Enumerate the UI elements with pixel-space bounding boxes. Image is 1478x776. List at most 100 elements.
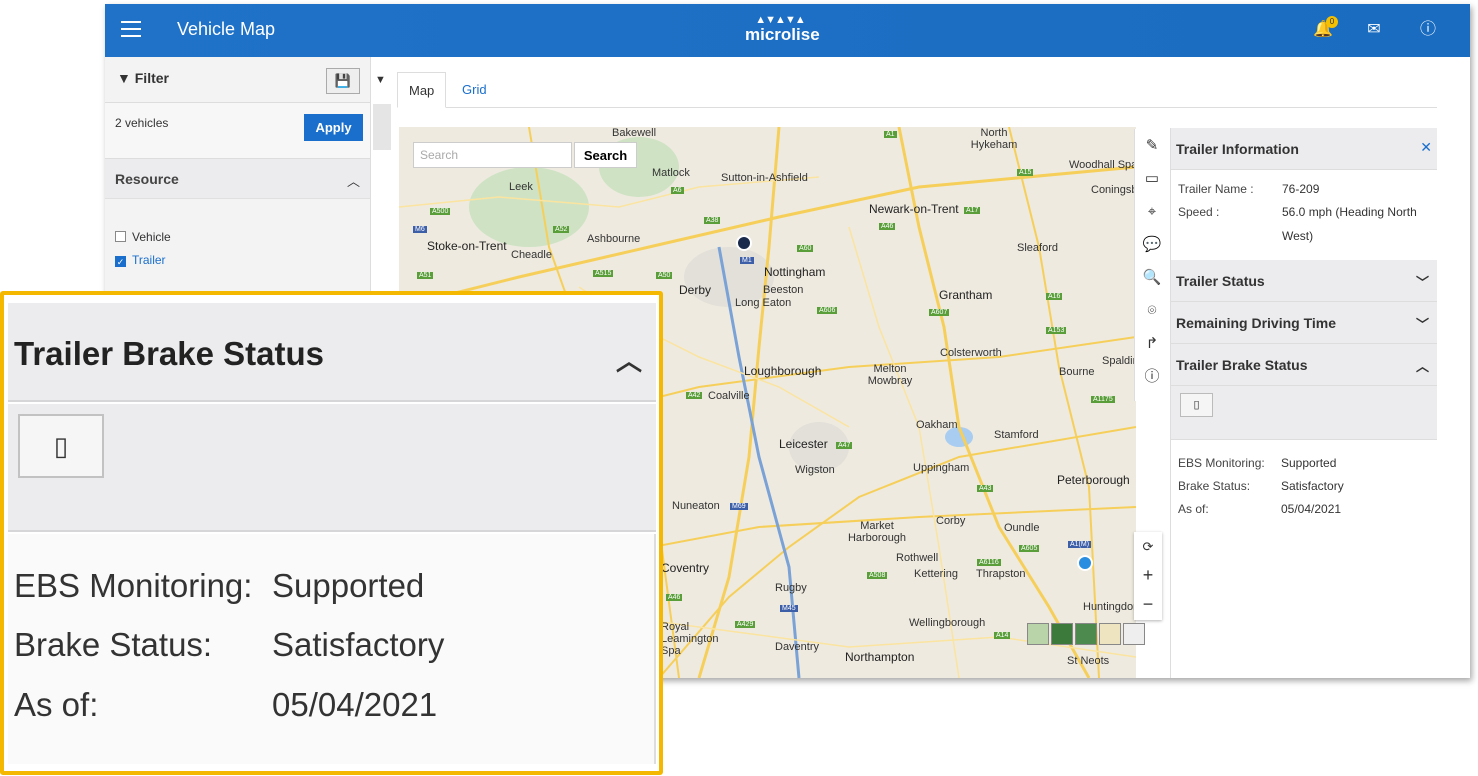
map-label: Wigston	[795, 464, 835, 476]
speed-label: Speed :	[1178, 205, 1220, 219]
map-label: Rugby	[775, 582, 807, 594]
trailer-brake-icon[interactable]: ▯	[1180, 393, 1213, 417]
brake-status-label: Brake Status:	[1178, 479, 1251, 493]
trailer-information-header: Trailer Information ✕	[1171, 128, 1437, 170]
layer-thumbnail[interactable]	[1027, 623, 1049, 645]
road-label: A6116	[977, 559, 1001, 566]
route-arrow-icon[interactable]: ↱	[1135, 327, 1169, 360]
crosshair-icon[interactable]: ⌖	[1135, 195, 1169, 228]
trailer-brake-status-header[interactable]: Trailer Brake Status ︿	[1171, 344, 1437, 386]
resource-section-header[interactable]: Resource ︿	[105, 159, 370, 199]
tab-map[interactable]: Map	[397, 72, 447, 108]
chevron-down-icon[interactable]: ﹀	[1416, 314, 1429, 333]
vehicle-marker[interactable]	[736, 235, 752, 251]
road-label: A605	[1019, 545, 1040, 552]
location-pin-icon[interactable]: ⌾	[1135, 294, 1169, 327]
layer-thumbnail[interactable]	[1123, 623, 1145, 645]
search-doc-icon[interactable]: 🔍	[1135, 261, 1169, 294]
save-filter-button[interactable]: 💾	[326, 68, 360, 94]
apply-button[interactable]: Apply	[304, 114, 363, 141]
help-icon[interactable]: ⓘ	[1417, 19, 1439, 41]
layer-thumbnail[interactable]	[1051, 623, 1073, 645]
ebs-value: Supported	[1281, 456, 1337, 470]
road-label: A51	[417, 272, 434, 279]
zoom-out-button[interactable]: −	[1134, 590, 1162, 619]
map-label: Grantham	[939, 288, 993, 302]
trailer-name-value: 76-209	[1282, 182, 1320, 196]
map-search-button[interactable]: Search	[574, 142, 637, 168]
map-label: Sleaford	[1017, 242, 1058, 254]
map-label: Leicester	[779, 437, 828, 451]
road-label: A429	[735, 621, 756, 628]
view-tabs: Map Grid	[397, 72, 1437, 108]
map-label: Newark-on-Trent	[869, 202, 959, 216]
as-of-label: As of:	[1178, 502, 1209, 516]
road-label: A46	[666, 594, 683, 601]
chevron-up-icon[interactable]: ︿	[1416, 356, 1429, 375]
chevron-up-icon[interactable]: ︿	[616, 341, 642, 378]
road-label: A14	[994, 632, 1011, 639]
filter-label: ▼ Filter	[117, 70, 169, 86]
zoom-control: ⟳ + −	[1134, 532, 1162, 620]
zoom-in-button[interactable]: +	[1134, 561, 1162, 590]
checkbox-checked[interactable]: ✓	[115, 256, 126, 267]
road-label: A515	[593, 270, 614, 277]
refresh-icon[interactable]: ⟳	[1134, 532, 1162, 561]
trailer-status-header[interactable]: Trailer Status ﹀	[1171, 260, 1437, 302]
road-label: A16	[1046, 293, 1063, 300]
map-label: Coventry	[661, 561, 710, 575]
checkbox[interactable]	[115, 231, 126, 242]
mail-icon[interactable]: ✉	[1363, 19, 1385, 41]
ebs-label: EBS Monitoring:	[1178, 456, 1265, 470]
sidebar-scrollbar[interactable]	[373, 104, 391, 150]
callout-title: Trailer Brake Status	[14, 335, 324, 372]
road-label: A1175	[1091, 396, 1115, 403]
layer-thumbnail[interactable]	[1099, 623, 1121, 645]
trailer-brake-icon[interactable]: ▯	[18, 414, 104, 478]
map-label: Market Harborough	[847, 520, 907, 544]
as-of-value: 05/04/2021	[1281, 502, 1342, 516]
tab-grid[interactable]: Grid	[451, 72, 498, 108]
map-label: Bourne	[1059, 366, 1095, 378]
map-label: St Neots	[1067, 655, 1110, 667]
map-layer-switcher	[1027, 623, 1147, 650]
road-label: A508	[867, 572, 888, 579]
map-label: Colsterworth	[940, 347, 1002, 359]
chevron-up-icon[interactable]: ︿	[347, 171, 360, 190]
map-label: Ashbourne	[587, 233, 641, 245]
trailer-marker[interactable]	[1077, 555, 1093, 571]
comment-icon[interactable]: 💬	[1135, 228, 1169, 261]
map-label: Woodhall Spa	[1069, 159, 1136, 171]
map-label: Royal Leamington Spa	[661, 621, 719, 657]
bell-icon[interactable]: 🔔 0	[1312, 16, 1338, 41]
pencil-icon[interactable]: ✎	[1135, 129, 1169, 162]
brake-status-body: EBS Monitoring: Supported Brake Status: Sa…	[1171, 440, 1437, 521]
hamburger-icon[interactable]	[121, 21, 141, 39]
info-icon[interactable]: ⓘ	[1135, 360, 1169, 393]
filter-icon[interactable]: ▼	[375, 74, 386, 86]
map-label: Bakewell	[612, 127, 657, 139]
vehicle-checkbox[interactable]: Vehicle	[115, 230, 171, 244]
road-label: A38	[704, 217, 721, 224]
map-label: North Hykeham	[970, 127, 1018, 151]
map-label: Stoke-on-Trent	[427, 239, 507, 253]
map-search-input[interactable]: Search	[413, 142, 572, 168]
close-icon[interactable]: ✕	[1420, 139, 1432, 156]
road-label: A1(M)	[1068, 541, 1092, 548]
road-label: A15	[1017, 169, 1034, 176]
road-label: A6	[671, 187, 684, 194]
rectangle-icon[interactable]: ▭	[1135, 162, 1169, 195]
chevron-down-icon[interactable]: ﹀	[1416, 272, 1429, 291]
map-label: Leek	[509, 181, 533, 193]
map-label: Long Eaton	[735, 297, 792, 309]
road-label: A153	[1046, 327, 1067, 334]
trailer-checkbox[interactable]: ✓ Trailer	[115, 253, 166, 267]
road-label: A60	[797, 245, 814, 252]
road-label: A607	[929, 309, 950, 316]
layer-thumbnail[interactable]	[1075, 623, 1097, 645]
ebs-label: EBS Monitoring:	[14, 567, 253, 604]
resource-label: Resource	[115, 171, 179, 187]
remaining-driving-time-header[interactable]: Remaining Driving Time ﹀	[1171, 302, 1437, 344]
page-title: Vehicle Map	[177, 19, 276, 39]
map-label: Spalding	[1102, 355, 1136, 367]
